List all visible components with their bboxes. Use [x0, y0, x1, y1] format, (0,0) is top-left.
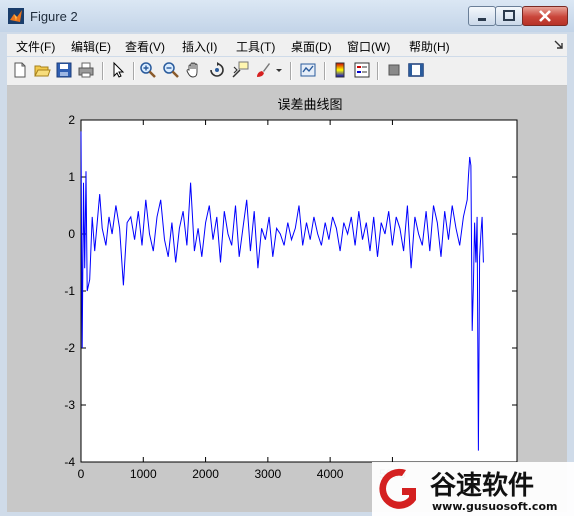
y-tick-label: -2 [64, 341, 75, 355]
toolbar [7, 57, 567, 86]
toolbar-separator [102, 62, 104, 80]
y-tick-label: -4 [64, 455, 75, 469]
menu-file[interactable]: 文件(F) [16, 38, 55, 55]
chart-title: 误差曲线图 [277, 97, 342, 112]
menu-tools[interactable]: 工具(T) [236, 38, 275, 55]
print-icon[interactable] [77, 61, 95, 79]
pan-hand-icon[interactable] [185, 61, 203, 79]
toolbar-separator [324, 62, 326, 80]
figure-canvas[interactable]: 误差曲线图 010002000300040005000210-1-2-3-4 [7, 86, 567, 512]
hide-plot-tools-icon[interactable] [385, 61, 403, 79]
figure-window: Figure 2 文件(F) 编辑(E) 查看(V) 插入(I) 工具(T) 桌… [0, 0, 574, 516]
title-bar[interactable]: Figure 2 [0, 0, 574, 32]
line-chart: 误差曲线图 010002000300040005000210-1-2-3-4 [64, 97, 518, 481]
menu-view[interactable]: 查看(V) [125, 38, 165, 55]
show-plot-tools-icon[interactable] [407, 61, 425, 79]
maximize-icon [503, 10, 515, 21]
toolbar-separator [290, 62, 292, 80]
watermark-brand: 谷速软件 [430, 471, 534, 501]
watermark-logo: 谷速软件 www.gusuosoft.com [372, 462, 574, 516]
matlab-logo-icon [8, 8, 24, 24]
menu-edit[interactable]: 编辑(E) [71, 38, 111, 55]
brush-dropdown-icon[interactable] [275, 61, 283, 79]
open-file-icon[interactable] [33, 61, 51, 79]
zoom-out-icon[interactable] [162, 61, 180, 79]
minimize-icon [478, 18, 486, 21]
y-tick-label: 1 [68, 170, 75, 184]
menu-insert[interactable]: 插入(I) [182, 38, 217, 55]
brush-icon[interactable] [254, 61, 272, 79]
x-tick-label: 2000 [192, 467, 219, 481]
plot-axes-area [80, 119, 518, 463]
maximize-button[interactable] [495, 6, 523, 26]
zoom-in-icon[interactable] [139, 61, 157, 79]
x-tick-label: 3000 [255, 467, 282, 481]
new-figure-icon[interactable] [11, 61, 29, 79]
toolbar-separator [133, 62, 135, 80]
x-tick-label: 4000 [317, 467, 344, 481]
y-tick-label: 0 [68, 227, 75, 241]
close-button[interactable] [522, 6, 568, 26]
pointer-icon[interactable] [109, 61, 127, 79]
close-icon [539, 10, 551, 22]
data-cursor-icon[interactable] [231, 61, 249, 79]
link-plot-icon[interactable] [299, 61, 317, 79]
colorbar-icon[interactable] [331, 61, 349, 79]
save-icon[interactable] [55, 61, 73, 79]
toolbar-separator [377, 62, 379, 80]
watermark-url: www.gusuosoft.com [432, 500, 557, 513]
menu-desktop[interactable]: 桌面(D) [291, 38, 332, 55]
rotate-3d-icon[interactable] [208, 61, 226, 79]
y-tick-label: -1 [64, 284, 75, 298]
menu-window[interactable]: 窗口(W) [347, 38, 390, 55]
dock-arrow-icon[interactable] [554, 40, 564, 50]
x-tick-label: 0 [78, 467, 85, 481]
y-tick-label: 2 [68, 113, 75, 127]
menu-bar: 文件(F) 编辑(E) 查看(V) 插入(I) 工具(T) 桌面(D) 窗口(W… [7, 34, 567, 56]
x-tick-label: 1000 [130, 467, 157, 481]
window-title: Figure 2 [30, 9, 78, 24]
menu-help[interactable]: 帮助(H) [409, 38, 450, 55]
y-tick-label: -3 [64, 398, 75, 412]
legend-icon[interactable] [353, 61, 371, 79]
minimize-button[interactable] [468, 6, 496, 26]
